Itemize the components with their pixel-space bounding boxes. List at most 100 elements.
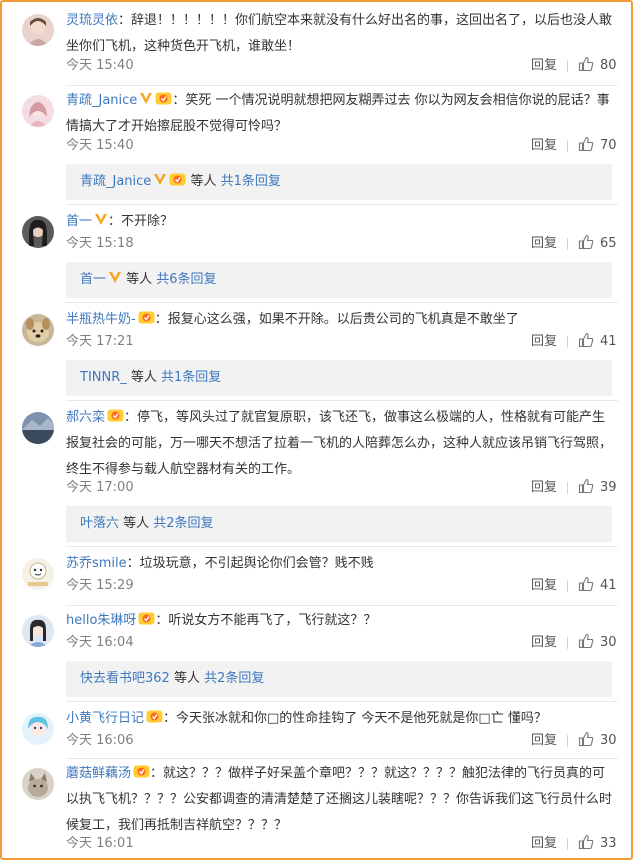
sub-reply-username[interactable]: 青疏_Janice [80, 174, 151, 189]
comment-username[interactable]: 小黄飞行日记 [66, 711, 144, 726]
like-count: 80 [600, 58, 617, 73]
comment-body: 半瓶热牛奶- ：报复心这么强，如果不开除。以后贵公司的飞机真是不敢坐了 [66, 307, 618, 333]
like-count: 65 [600, 236, 617, 251]
like-button[interactable]: 41 [578, 575, 617, 597]
comment-text: ：听说女方不能再飞了，飞行就这？？ [155, 613, 377, 628]
comment-text: ：报复心这么强，如果不开除。以后贵公司的飞机真是不敢坐了 [154, 312, 519, 327]
sub-reply-username[interactable]: TINNR_ [80, 370, 127, 385]
divider [567, 60, 568, 72]
like-button[interactable]: 70 [578, 135, 617, 157]
verified-v-icon [109, 272, 122, 283]
reply-button[interactable]: 回复 [531, 575, 557, 597]
sub-replies-box[interactable]: 叶落六 等人 共2条回复 [66, 506, 612, 542]
sub-replies-box[interactable]: 青疏_Janice 等人 共1条回复 [66, 164, 612, 200]
avatar[interactable] [22, 768, 54, 800]
comment-username[interactable]: 灵琉灵依 [66, 13, 118, 28]
comment-time: 今天 16:01 [66, 836, 134, 851]
divider [66, 605, 618, 606]
reply-button[interactable]: 回复 [531, 331, 557, 353]
more-replies-link[interactable]: 共2条回复 [204, 671, 264, 686]
comment-time: 今天 17:21 [66, 334, 134, 349]
comment-time: 今天 15:40 [66, 58, 134, 73]
sub-reply-username[interactable]: 首一 [80, 272, 106, 287]
sub-reply-connector: 等人 [119, 516, 154, 531]
reply-button[interactable]: 回复 [531, 730, 557, 752]
reply-button[interactable]: 回复 [531, 632, 557, 654]
divider [567, 735, 568, 747]
more-replies-link[interactable]: 共6条回复 [156, 272, 216, 287]
reply-button[interactable]: 回复 [531, 477, 557, 499]
like-button[interactable]: 80 [578, 55, 617, 77]
reply-button[interactable]: 回复 [531, 833, 557, 855]
comment-username[interactable]: 青疏_Janice [66, 93, 137, 108]
reply-button[interactable]: 回复 [531, 233, 557, 255]
comment-meta: 今天 15:18 回复 65 [66, 233, 618, 255]
comment-list: 灵琉灵依：辞退！！！！！！你们航空本来就没有什么好出名的事，这回出名了，以后也没… [0, 0, 633, 860]
reply-button[interactable]: 回复 [531, 135, 557, 157]
more-replies-link[interactable]: 共2条回复 [153, 516, 213, 531]
comment-time: 今天 17:00 [66, 480, 134, 495]
avatar[interactable] [22, 412, 54, 444]
avatar[interactable] [22, 713, 54, 745]
comment-text: ：垃圾玩意，不引起舆论你们会管？贱不贱 [126, 556, 374, 571]
comment-body: 蘑菇鲜藕汤 ：就这？？？做样子好呆盖个章吧？？？就这？？？？触犯法律的飞行员真的可… [66, 761, 618, 839]
comment-body: 苏乔smile：垃圾玩意，不引起舆论你们会管？贱不贱 [66, 551, 618, 577]
like-button[interactable]: 33 [578, 833, 617, 855]
sub-replies-box[interactable]: TINNR_ 等人 共1条回复 [66, 360, 612, 396]
thumbs-up-icon [578, 332, 594, 348]
comment-text: ：不开除？ [108, 214, 174, 229]
comment-username[interactable]: 首一 [66, 214, 92, 229]
like-button[interactable]: 30 [578, 730, 617, 752]
thumbs-up-icon [578, 136, 594, 152]
sub-replies-box[interactable]: 快去看书吧362 等人 共2条回复 [66, 661, 612, 697]
avatar[interactable] [22, 558, 54, 590]
comment-username[interactable]: 蘑菇鲜藕汤 [66, 766, 131, 781]
thumbs-up-icon [578, 56, 594, 72]
avatar[interactable] [22, 14, 54, 46]
vip-badge-icon [133, 765, 150, 778]
sub-reply-username[interactable]: 快去看书吧362 [80, 671, 170, 686]
avatar[interactable] [22, 216, 54, 248]
verified-v-icon [154, 174, 167, 185]
comment-meta: 今天 17:21 回复 41 [66, 331, 618, 353]
divider [66, 85, 618, 86]
comment-username[interactable]: 郝六栾 [66, 410, 105, 425]
more-replies-link[interactable]: 共1条回复 [221, 174, 281, 189]
comment-text: ：今天张冰就和你□的性命挂钩了 今天不是他死就是你□亡 懂吗？ [163, 711, 547, 726]
avatar[interactable] [22, 314, 54, 346]
divider [66, 204, 618, 205]
comment-body: 首一 ：不开除？ [66, 209, 618, 235]
sub-reply-connector: 等人 [126, 370, 162, 385]
comment-meta: 今天 15:40 回复 80 [66, 55, 618, 77]
like-button[interactable]: 41 [578, 331, 617, 353]
sub-reply-connector: 等人 [122, 272, 157, 287]
like-button[interactable]: 65 [578, 233, 617, 255]
like-button[interactable]: 39 [578, 477, 617, 499]
comment-body: 郝六栾 ：停飞，等风头过了就官复原职，该飞还飞，做事这么极端的人，性格就有可能产生… [66, 405, 618, 483]
comment-username[interactable]: 苏乔smile [66, 556, 127, 571]
avatar[interactable] [22, 615, 54, 647]
reply-button[interactable]: 回复 [531, 55, 557, 77]
sub-reply-connector: 等人 [186, 174, 221, 189]
comment-meta: 今天 15:40 回复 70 [66, 135, 618, 157]
thumbs-up-icon [578, 731, 594, 747]
like-count: 39 [600, 480, 617, 495]
comment-username[interactable]: hello朱琳呀 [66, 613, 136, 628]
divider [66, 546, 618, 547]
thumbs-up-icon [578, 633, 594, 649]
like-button[interactable]: 30 [578, 632, 617, 654]
comment-time: 今天 15:18 [66, 236, 134, 251]
like-count: 41 [600, 578, 617, 593]
comment-meta: 今天 16:04 回复 30 [66, 632, 618, 654]
avatar[interactable] [22, 95, 54, 127]
comment-text: ：停飞，等风头过了就官复原职，该飞还飞，做事这么极端的人，性格就有可能产生报复社… [66, 410, 613, 477]
divider [567, 580, 568, 592]
divider [567, 140, 568, 152]
sub-reply-username[interactable]: 叶落六 [80, 516, 119, 531]
more-replies-link[interactable]: 共1条回复 [161, 370, 221, 385]
vip-badge-icon [155, 92, 172, 105]
divider [567, 238, 568, 250]
sub-replies-box[interactable]: 首一 等人 共6条回复 [66, 262, 612, 298]
comment-username[interactable]: 半瓶热牛奶- [66, 312, 136, 327]
like-count: 70 [600, 138, 617, 153]
